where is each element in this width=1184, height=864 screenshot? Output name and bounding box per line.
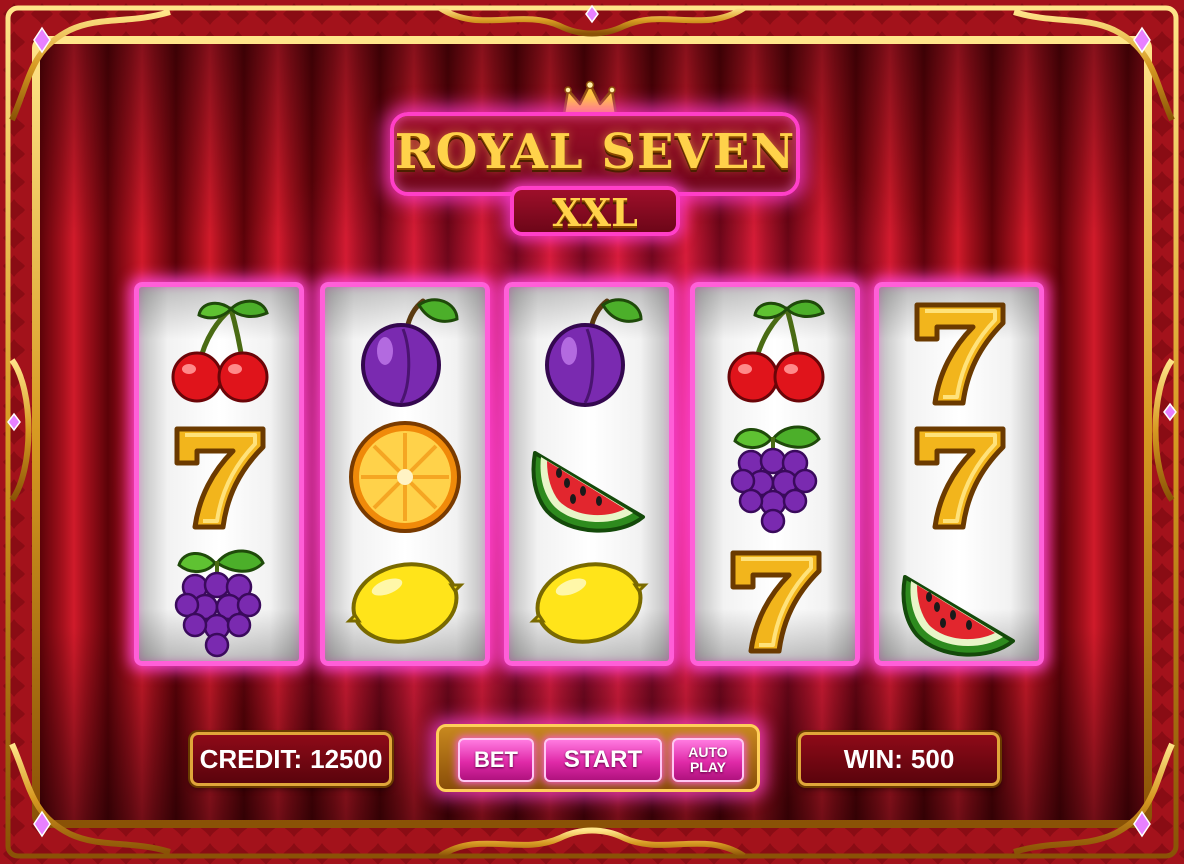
slot-machine-screen: ROYAL SEVEN XXL CREDIT: 12500 BET START … bbox=[0, 0, 1184, 864]
credit-value: 12500 bbox=[310, 743, 383, 774]
win-value: 500 bbox=[910, 743, 955, 774]
orange-icon bbox=[325, 415, 485, 539]
credit-display: CREDIT: 12500 bbox=[190, 732, 392, 786]
seven-icon bbox=[879, 415, 1039, 539]
reel-4 bbox=[690, 282, 860, 666]
auto-play-button[interactable]: AUTO PLAY bbox=[672, 738, 744, 782]
game-title: ROYAL SEVEN bbox=[394, 124, 796, 180]
seven-icon bbox=[139, 415, 299, 539]
reel-3 bbox=[504, 282, 674, 666]
cherry-icon bbox=[139, 291, 299, 415]
credit-label: CREDIT: bbox=[199, 743, 303, 774]
grapes-icon bbox=[139, 539, 299, 661]
reel-5 bbox=[874, 282, 1044, 666]
watermelon-icon bbox=[879, 539, 1039, 661]
win-display: WIN: 500 bbox=[798, 732, 1000, 786]
grapes-icon bbox=[695, 415, 855, 539]
watermelon-icon bbox=[509, 415, 669, 539]
cherry-icon bbox=[695, 291, 855, 415]
game-logo: ROYAL SEVEN XXL bbox=[390, 112, 800, 236]
plum-icon bbox=[325, 291, 485, 415]
seven-icon bbox=[879, 291, 1039, 415]
lemon-icon bbox=[325, 539, 485, 661]
reel-2 bbox=[320, 282, 490, 666]
seven-icon bbox=[695, 539, 855, 661]
win-label: WIN: bbox=[843, 743, 903, 774]
reel-1 bbox=[134, 282, 304, 666]
plum-icon bbox=[509, 291, 669, 415]
bet-button[interactable]: BET bbox=[458, 738, 534, 782]
game-subtitle: XXL bbox=[552, 190, 638, 235]
lemon-icon bbox=[509, 539, 669, 661]
start-button[interactable]: START bbox=[544, 738, 662, 782]
